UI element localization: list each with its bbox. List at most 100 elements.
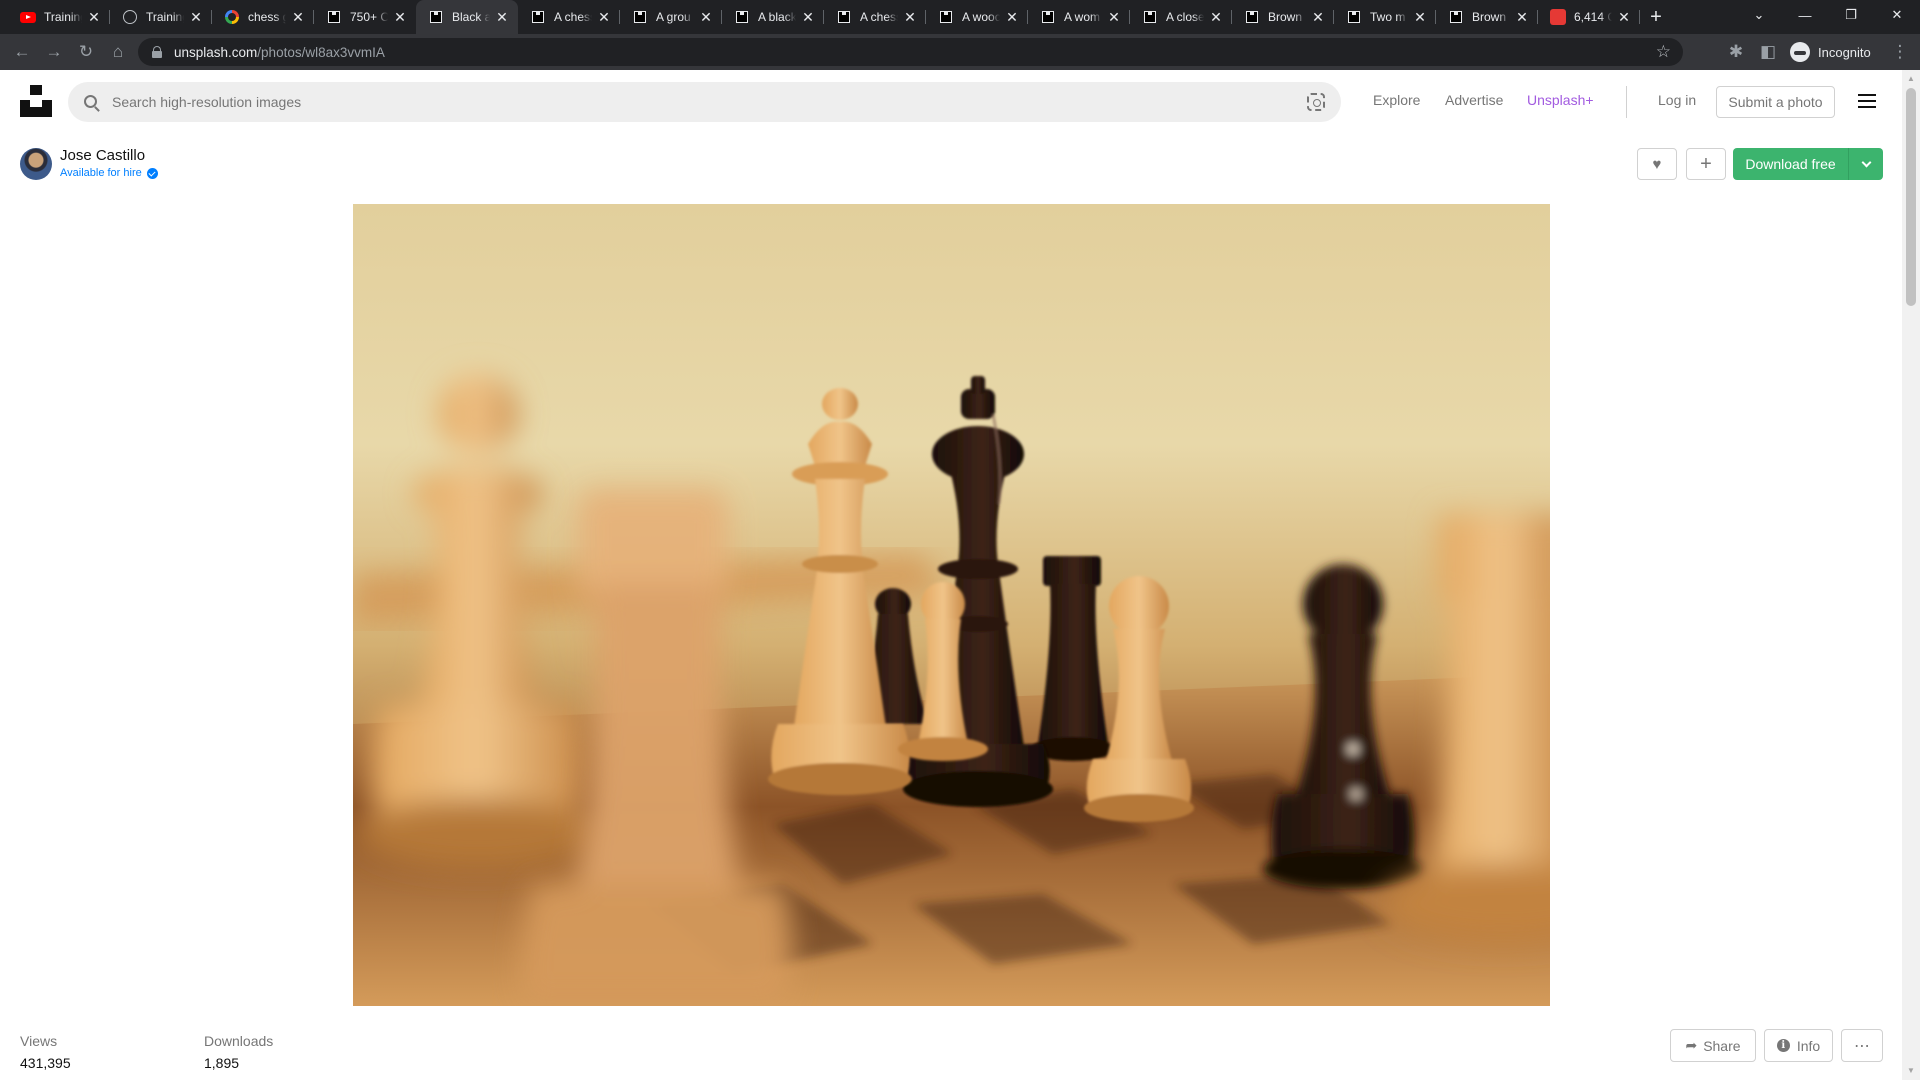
browser-tab[interactable]: A wooc ✕ [926,0,1028,34]
browser-tab[interactable]: A wom ✕ [1028,0,1130,34]
browser-tab[interactable]: Brown ✕ [1436,0,1538,34]
unsplash-icon [1244,9,1260,25]
back-icon[interactable]: ← [6,36,38,68]
tab-title: Training [44,10,82,24]
incognito-profile[interactable]: Incognito [1790,38,1871,66]
unsplash-icon [1040,9,1056,25]
browser-tab[interactable]: Black a ✕ [416,0,518,34]
bookmark-star-icon[interactable]: ☆ [1656,42,1671,62]
chevron-down-icon [1861,157,1871,167]
browser-tab[interactable]: Brown ✕ [1232,0,1334,34]
tab-title: Brown [1268,10,1303,24]
url-host: unsplash.com [174,44,258,60]
browser-tab[interactable]: Two m ✕ [1334,0,1436,34]
browser-tab[interactable]: Training ✕ [110,0,212,34]
tab-title: A wooc [962,10,1000,24]
search-placeholder: Search high-resolution images [112,94,302,110]
browser-menu-icon[interactable]: ⋮ [1884,36,1916,68]
side-panel-icon[interactable]: ◧ [1752,36,1784,68]
hire-status-label: Available for hire [60,167,142,179]
share-button[interactable]: ➦ Share [1670,1029,1756,1062]
scroll-up-icon[interactable]: ▲ [1906,74,1916,84]
views-label: Views [20,1033,58,1049]
restore-icon[interactable]: ❐ [1828,0,1874,30]
downloads-label: Downloads [204,1033,274,1049]
hire-status[interactable]: Available for hire [60,167,158,179]
tab-close-icon[interactable]: ✕ [800,9,816,25]
tab-close-icon[interactable]: ✕ [392,9,408,25]
nav-explore[interactable]: Explore [1373,92,1420,108]
site-header: Search high-resolution images Explore Ad… [0,70,1902,132]
browser-tab[interactable]: 6,414 C ✕ [1538,0,1640,34]
tab-close-icon[interactable]: ✕ [1412,9,1428,25]
author-name[interactable]: Jose Castillo [60,147,145,164]
unsplash-icon [938,9,954,25]
google-icon [224,9,240,25]
hamburger-menu-icon[interactable] [1858,94,1876,108]
unsplash-logo[interactable] [20,85,52,117]
visual-search-icon[interactable] [1307,93,1325,111]
author-avatar[interactable] [20,148,52,180]
scroll-down-icon[interactable]: ▼ [1906,1066,1916,1076]
views-value: 431,395 [20,1055,71,1071]
add-to-collection-button[interactable]: + [1686,148,1726,180]
main-photo[interactable] [353,204,1550,1006]
browser-tab[interactable]: A close ✕ [1130,0,1232,34]
tab-close-icon[interactable]: ✕ [290,9,306,25]
chess-photo-illustration [353,374,1550,1006]
tab-close-icon[interactable]: ✕ [1310,9,1326,25]
home-icon[interactable]: ⌂ [102,36,134,68]
tab-search-icon[interactable]: ⌄ [1736,0,1782,30]
tab-close-icon[interactable]: ✕ [1004,9,1020,25]
tab-close-icon[interactable]: ✕ [596,9,612,25]
download-button-group: Download free [1733,148,1883,180]
close-window-icon[interactable]: ✕ [1874,0,1920,30]
unsplash-icon [632,9,648,25]
browser-tab[interactable]: chess g ✕ [212,0,314,34]
browser-tab[interactable]: 750+ C ✕ [314,0,416,34]
search-icon[interactable] [84,95,97,108]
browser-tab[interactable]: A chess ✕ [518,0,620,34]
nav-advertise[interactable]: Advertise [1445,92,1503,108]
download-free-button[interactable]: Download free [1733,148,1849,180]
address-bar[interactable]: unsplash.com/photos/wl8ax3vvmIA ☆ [138,38,1683,66]
minimize-icon[interactable]: — [1782,0,1828,30]
tab-title: chess g [248,10,286,24]
browser-tab[interactable]: A black ✕ [722,0,824,34]
tab-close-icon[interactable]: ✕ [1616,9,1632,25]
reload-icon[interactable]: ↻ [70,36,102,68]
login-link[interactable]: Log in [1658,92,1696,108]
info-button[interactable]: i Info [1764,1029,1833,1062]
tab-title: A black [758,10,796,24]
heart-icon: ♥ [1652,155,1662,173]
scrollbar-thumb[interactable] [1906,88,1916,306]
lock-icon[interactable] [152,46,162,58]
tab-close-icon[interactable]: ✕ [86,9,102,25]
more-actions-button[interactable]: ⋯ [1841,1029,1883,1062]
browser-tab[interactable]: A chess ✕ [824,0,926,34]
tab-close-icon[interactable]: ✕ [494,9,510,25]
tab-close-icon[interactable]: ✕ [188,9,204,25]
tab-close-icon[interactable]: ✕ [1106,9,1122,25]
like-button[interactable]: ♥ [1637,148,1677,180]
red-app-icon [1550,9,1566,25]
search-bar[interactable]: Search high-resolution images [68,82,1341,122]
submit-photo-button[interactable]: Submit a photo [1716,86,1835,118]
tab-close-icon[interactable]: ✕ [1514,9,1530,25]
forward-icon[interactable]: → [38,36,70,68]
downloads-value: 1,895 [204,1055,240,1071]
info-label: Info [1796,1037,1821,1054]
browser-tab[interactable]: Training ✕ [8,0,110,34]
browser-tab[interactable]: A grou ✕ [620,0,722,34]
download-size-dropdown[interactable] [1849,148,1883,180]
nav-unsplash-plus[interactable]: Unsplash+ [1527,92,1594,108]
tab-close-icon[interactable]: ✕ [902,9,918,25]
tab-title: 750+ C [350,10,388,24]
tab-close-icon[interactable]: ✕ [1208,9,1224,25]
tab-close-icon[interactable]: ✕ [698,9,714,25]
extensions-icon[interactable]: ✱ [1720,36,1752,68]
tab-title: A chess [554,10,592,24]
new-tab-button[interactable]: + [1640,0,1672,34]
tab-title: A wom [1064,10,1101,24]
plus-icon: + [1700,153,1712,175]
